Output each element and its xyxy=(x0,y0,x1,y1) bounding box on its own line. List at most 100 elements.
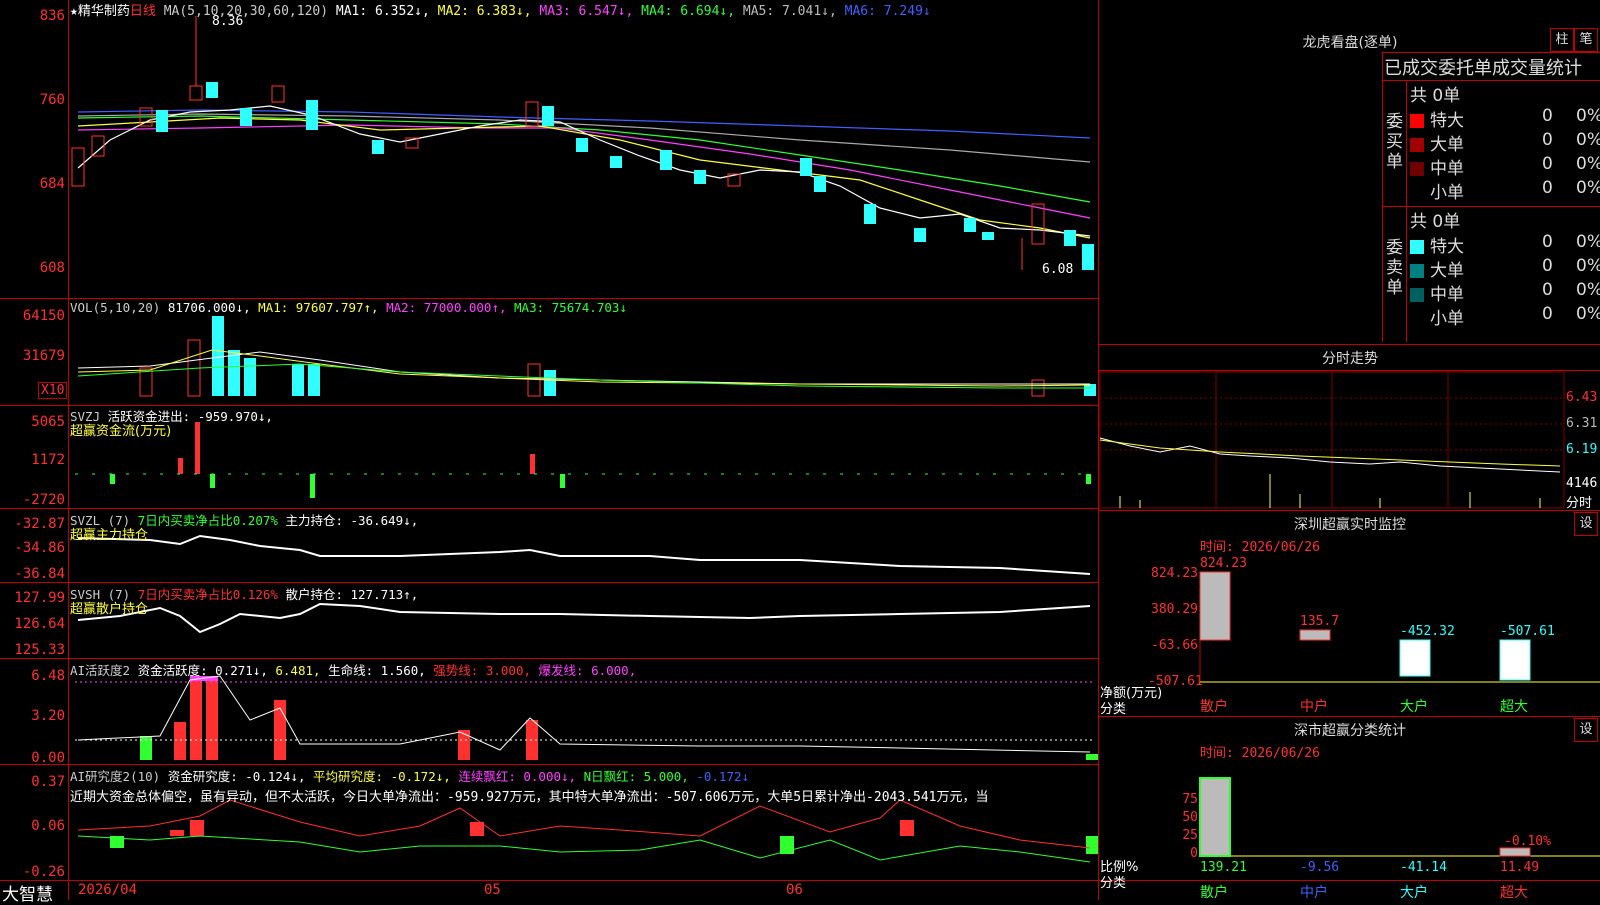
svsh-segment-2: 散户持仓: 127.713↑, xyxy=(285,587,419,602)
svzj-axis-1: 1172 xyxy=(31,452,65,468)
vol-unit: X10 xyxy=(38,382,68,399)
stats-left-line xyxy=(1382,52,1383,342)
svzj-subtitle: 超赢资金流(万元) xyxy=(70,424,172,439)
price-axis-3: 608 xyxy=(39,260,65,276)
ai1-segment-1: 资金活跃度: 0.271↓, xyxy=(137,663,276,678)
date-label-1: 05 xyxy=(484,882,501,898)
main-right-divider xyxy=(1098,0,1099,900)
buy-row-3: 小单 xyxy=(1410,178,1464,203)
ai2-axis-0: 0.37 xyxy=(31,774,65,790)
vol-axis-1: 31679 xyxy=(22,348,65,364)
fenshi-axis-1: 6.31 xyxy=(1566,416,1598,431)
buy-pct-3: 0% xyxy=(1576,178,1600,198)
sell-swatch-3 xyxy=(1410,312,1424,326)
buy-total: 共 0单 xyxy=(1410,86,1461,106)
svsh-segment-1: 7日内买卖净占比0.126% xyxy=(137,587,286,602)
period-label[interactable]: 日线 xyxy=(130,4,156,19)
class-value-1: -9.56 xyxy=(1300,860,1340,875)
sz-bar-mid xyxy=(1299,629,1331,641)
sell-row-3: 小单 xyxy=(1410,304,1464,329)
sz-monitor-top-line xyxy=(1098,510,1600,511)
svzj-axis-2: -2720 xyxy=(22,492,65,508)
vol-header: VOL(5,10,20) 81706.000↓, MA1: 97607.797↑… xyxy=(70,300,627,315)
sz-monitor-xlabel: 分类 xyxy=(1100,702,1127,717)
svsh-axis-2: 125.33 xyxy=(14,642,65,658)
price-axis-1: 760 xyxy=(39,92,65,108)
ai1-segment-2: 6.481, xyxy=(275,663,329,678)
sz-monitor-title: 深圳超赢实时监控 xyxy=(1294,517,1406,533)
buy-row-0: 特大 xyxy=(1410,106,1464,131)
ma1-line xyxy=(77,105,1091,237)
sell-name-2: 中单 xyxy=(1430,285,1464,305)
sz-cat-2: 大户 xyxy=(1400,699,1428,715)
buy-swatch-2 xyxy=(1410,162,1424,176)
ma-segment-4: MA4: 6.694↓, xyxy=(641,4,743,19)
sz-class-settings-button[interactable]: 设 xyxy=(1574,718,1598,742)
vol-segment-0: VOL(5,10,20) xyxy=(70,300,168,315)
sell-name-1: 大单 xyxy=(1430,261,1464,281)
ma4-line xyxy=(77,115,1091,203)
svzl-segment-1: 7日内买卖净占比0.207% xyxy=(137,513,286,528)
sz-class-top-label: -0.10% xyxy=(1504,834,1551,849)
class-value-2: -41.14 xyxy=(1400,860,1447,875)
sell-swatch-0 xyxy=(1410,240,1424,254)
class-bar-retail xyxy=(1199,777,1231,857)
ma-segment-0: MA(5,10,20,30,60,120) xyxy=(163,4,336,19)
ai2-segment-1: 资金研究度: -0.124↓, xyxy=(167,769,314,784)
ai1-segment-3: 生命线: 1.560, xyxy=(328,663,434,678)
sz-monitor-axis-0: 824.23 xyxy=(1151,566,1198,581)
buy-name-0: 特大 xyxy=(1430,111,1464,131)
svzl-axis-2: -36.84 xyxy=(14,566,65,582)
svsh-axis-1: 126.64 xyxy=(14,616,65,632)
sell-row-0: 特大 xyxy=(1410,232,1464,257)
date-label-2: 06 xyxy=(786,882,803,898)
sz-class-top-line xyxy=(1098,716,1600,717)
svzl-subtitle: 超赢主力持仓 xyxy=(70,528,149,543)
ai2-segment-0: AI研究度2(10) xyxy=(70,769,168,784)
bar-view-button[interactable]: 柱 xyxy=(1550,28,1574,52)
price-axis-2: 684 xyxy=(39,176,65,192)
buy-pct-2: 0% xyxy=(1576,154,1600,174)
tick-view-button[interactable]: 笔 xyxy=(1574,28,1598,52)
svzl-axis-1: -34.86 xyxy=(14,540,65,556)
main-header: ★精华制药日线 MA(5,10,20,30,60,120) MA1: 6.352… xyxy=(70,0,931,19)
sz-class-axis-1: 50 xyxy=(1182,810,1198,825)
class-cat-2: 大户 xyxy=(1400,885,1428,901)
buy-swatch-0 xyxy=(1410,114,1424,128)
vol-segment-2: MA1: 97607.797↑, xyxy=(258,300,387,315)
fenshi-avg-line xyxy=(1099,439,1561,467)
ai2-header: AI研究度2(10) 资金研究度: -0.124↓, 平均研究度: -0.172… xyxy=(70,766,749,785)
high-price-label: 8.36 xyxy=(212,14,244,29)
stock-name[interactable]: 精华制药 xyxy=(78,4,130,19)
sz-class-axis-0: 75 xyxy=(1182,792,1198,807)
star-icon: ★ xyxy=(70,4,78,19)
ai1-segment-0: AI活跃度2 xyxy=(70,663,138,678)
buy-name-2: 中单 xyxy=(1430,159,1464,179)
sell-swatch-1 xyxy=(1410,264,1424,278)
buy-swatch-1 xyxy=(1410,138,1424,152)
ai1-axis-2: 0.00 xyxy=(31,750,65,766)
sz-class-axis-3: 0 xyxy=(1190,846,1198,861)
sz-monitor-time: 时间: 2026/06/26 xyxy=(1200,540,1320,555)
ai1-line xyxy=(77,675,1091,753)
vol-segment-3: MA2: 77000.000↑, xyxy=(386,300,515,315)
ai2-segment-5: -0.172↓ xyxy=(696,769,750,784)
ai2-segment-3: 连续飘红: 0.000↓, xyxy=(458,769,584,784)
stats-title: 已成交委托单成交量统计 xyxy=(1384,58,1582,79)
stats-top-line xyxy=(1382,52,1600,53)
sz-class-title: 深市超赢分类统计 xyxy=(1294,723,1406,739)
ai2-segment-4: N日飘红: 5.000, xyxy=(583,769,697,784)
ai2-comment: 近期大资金总体偏空，虽有异动，但不太活跃，今日大单净流出：-959.927万元，… xyxy=(70,790,989,805)
buy-name-3: 小单 xyxy=(1430,183,1464,203)
buy-row-2: 中单 xyxy=(1410,154,1464,179)
low-price-label: 6.08 xyxy=(1042,262,1074,277)
sz-value-1: 135.7 xyxy=(1300,614,1340,629)
svzl-axis-0: -32.87 xyxy=(14,516,65,532)
sz-monitor-settings-button[interactable]: 设 xyxy=(1574,512,1598,536)
ai1-segment-5: 爆发线: 6.000, xyxy=(538,663,637,678)
sz-value-0: 824.23 xyxy=(1200,556,1247,571)
ai2-bars xyxy=(110,820,1098,854)
svzl-line xyxy=(77,534,1091,575)
fenshi-label: 分时 xyxy=(1566,496,1593,511)
price-candles xyxy=(71,16,1094,270)
